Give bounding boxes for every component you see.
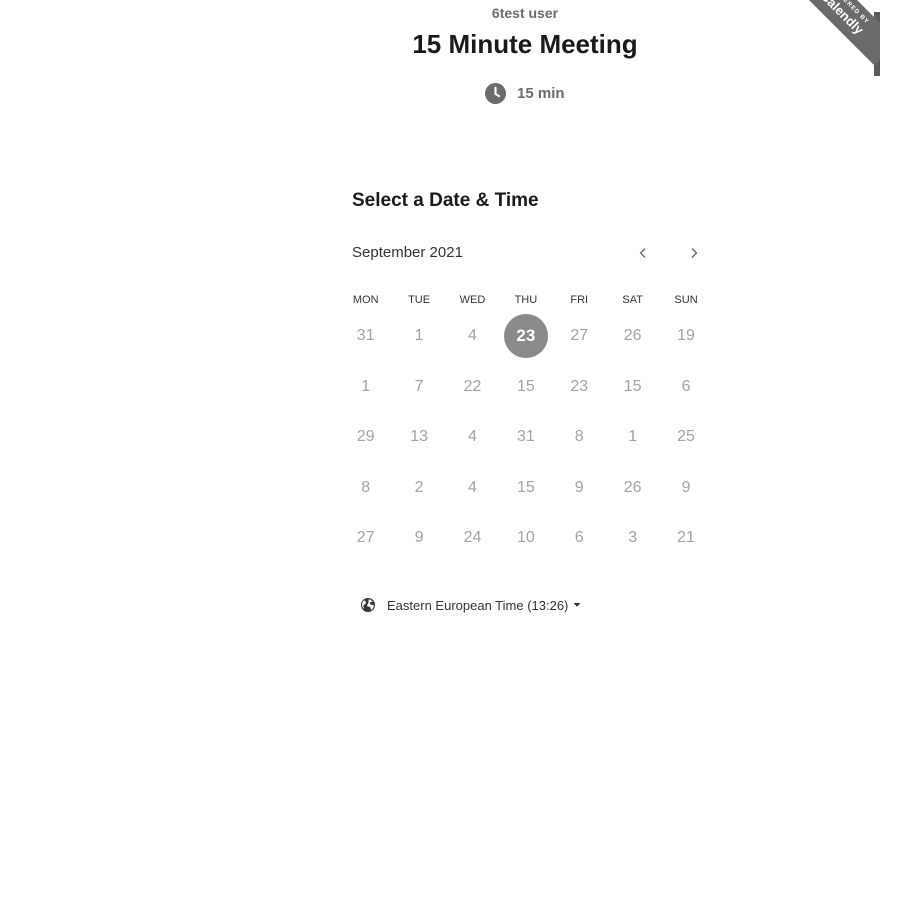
calendar-day: 31: [516, 428, 535, 445]
calendar-day: 9: [681, 478, 691, 496]
section-title: Select a Date & Time: [352, 190, 539, 211]
previous-month-button[interactable]: [630, 240, 656, 266]
calendar-day: 6: [681, 377, 691, 395]
calendar-day: 27: [570, 327, 589, 344]
booking-page: POWERED BY Calendly 6test user 15 Minute…: [0, 0, 900, 900]
host-name: 6test user: [491, 5, 559, 21]
calendar-day: 9: [414, 529, 424, 546]
calendar-day: 24: [463, 529, 482, 546]
calendar-day: 27: [356, 529, 375, 546]
calendar-day: 13: [410, 428, 428, 445]
weekday-label: SAT: [622, 294, 643, 306]
calendar-week-row: 31 1 4 23 27 26 19: [339, 311, 713, 362]
weekday-label: TUE: [408, 294, 431, 306]
calendar-day: 3: [628, 529, 638, 546]
calendar-day: 1: [628, 428, 638, 445]
selected-day-label: 23: [503, 314, 548, 358]
event-duration: 15 min: [485, 83, 565, 104]
calendar-day: 15: [623, 377, 642, 395]
calendar-day: 21: [677, 529, 695, 546]
calendar-day: 26: [623, 327, 642, 344]
timezone-label: Eastern European Time (13:26): [387, 597, 569, 613]
calendar-week-row: 8 2 4 15 9 26 9: [339, 463, 713, 514]
calendar-day: 25: [677, 428, 695, 445]
calendar-day: 15: [516, 377, 535, 395]
selected-day-button[interactable]: 23: [499, 311, 552, 361]
calendar-day: 4: [468, 327, 477, 344]
calendar-day: 8: [361, 478, 371, 496]
calendar-day: 8: [574, 428, 584, 445]
calendar-day: 6: [574, 529, 584, 546]
calendar-day: 26: [623, 478, 642, 496]
calendar-day: 2: [414, 478, 424, 496]
chevron-right-icon: [691, 248, 698, 258]
weekday-label: MON: [352, 294, 379, 306]
caret-down-icon: [573, 603, 581, 607]
calendar-day: 1: [414, 327, 424, 344]
calendar-day: 19: [677, 327, 695, 344]
duration-label: 15 min: [517, 85, 565, 102]
calendar-day: 23: [570, 377, 589, 395]
weekday-label: SUN: [674, 294, 698, 306]
calendar-day: 1: [361, 377, 371, 395]
calendar-day: 9: [574, 478, 584, 496]
chevron-left-icon: [639, 248, 646, 258]
timezone-selector[interactable]: Eastern European Time (13:26): [360, 597, 581, 613]
calendar-day: 29: [356, 428, 375, 445]
calendar-day: 4: [468, 478, 477, 496]
calendar-week-row: 29 13 4 31 8 1 25: [339, 412, 713, 463]
calendar-day: 4: [468, 428, 477, 445]
calendar-day: 15: [516, 478, 535, 496]
calendar-day: 7: [414, 377, 424, 395]
event-title: 15 Minute Meeting: [412, 29, 638, 59]
calendar-week-row: 1 7 22 15 23 15 6: [339, 362, 713, 413]
calendar-day: 22: [463, 377, 482, 395]
calendar-day: 10: [516, 529, 535, 546]
weekday-header-row: MON TUE WED THU FRI SAT SUN: [339, 290, 713, 310]
weekday-label: FRI: [570, 294, 589, 306]
month-label: September 2021: [352, 244, 463, 261]
calendar-grid: MON TUE WED THU FRI SAT SUN 31 1 4 23 27…: [339, 290, 713, 564]
globe-icon: [361, 598, 375, 612]
calendar-day: 31: [356, 327, 375, 344]
clock-icon: [485, 83, 506, 104]
calendar-week-row: 27 9 24 10 6 3 21: [339, 513, 713, 564]
weekday-label: WED: [459, 294, 486, 306]
weekday-label: THU: [514, 294, 538, 306]
next-month-button[interactable]: [681, 240, 707, 266]
